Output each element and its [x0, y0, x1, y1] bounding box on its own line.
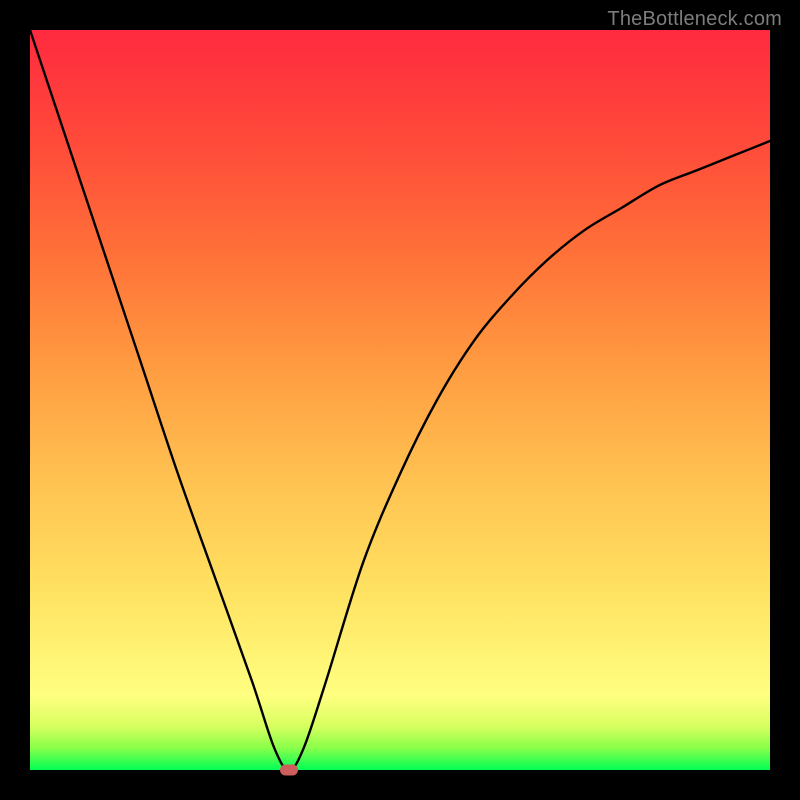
bottleneck-curve: [30, 30, 770, 770]
watermark-text: TheBottleneck.com: [607, 8, 782, 31]
plot-area: [30, 30, 770, 770]
chart-frame: TheBottleneck.com: [0, 0, 800, 800]
min-marker: [280, 765, 298, 776]
